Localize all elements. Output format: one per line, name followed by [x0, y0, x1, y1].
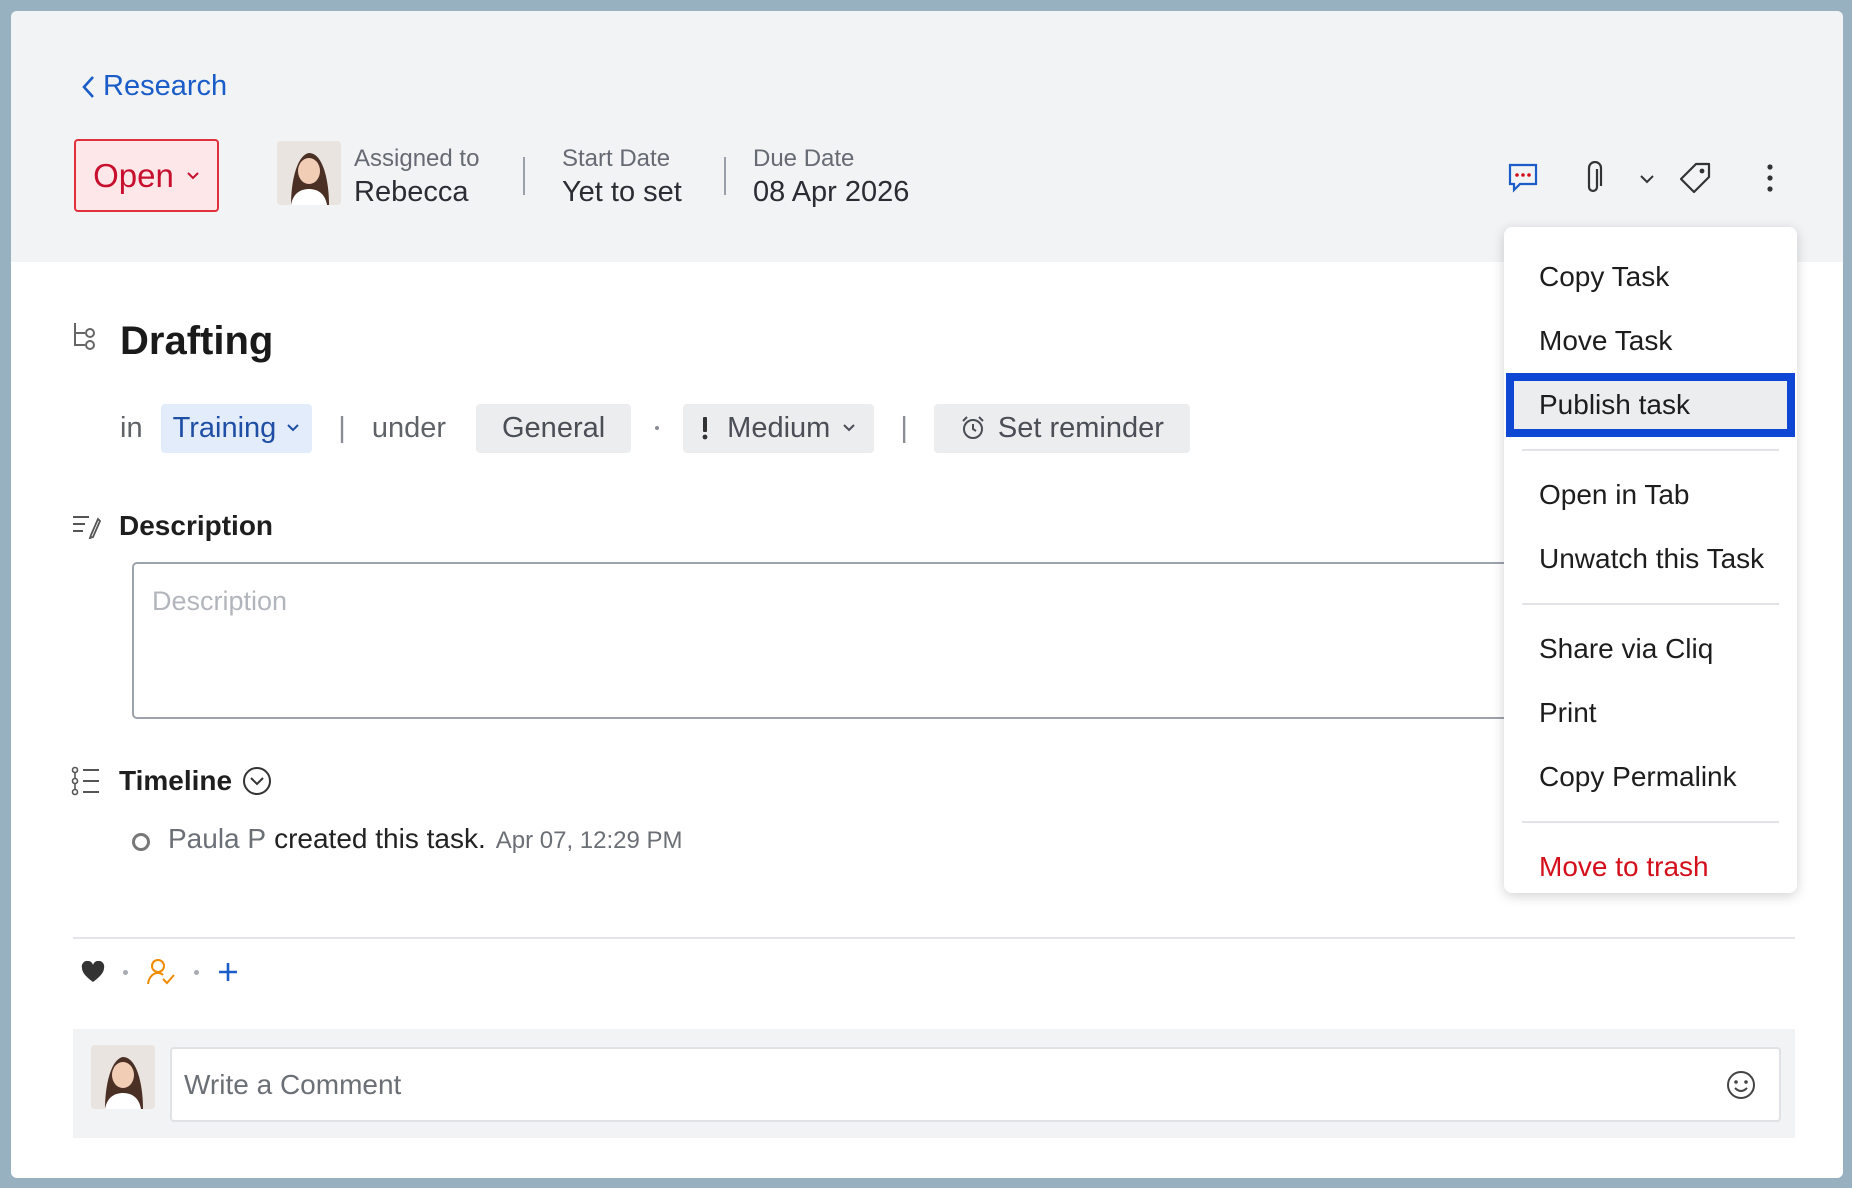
dot-separator: [194, 969, 199, 975]
menu-item-share-via-cliq[interactable]: Share via Cliq: [1504, 617, 1797, 681]
timeline-list-icon: [71, 766, 99, 796]
divider: [523, 157, 525, 195]
status-label: Open: [93, 156, 174, 194]
breadcrumb-label: Research: [103, 70, 228, 102]
project-label: Training: [172, 411, 277, 444]
follower-check-icon[interactable]: [146, 957, 176, 987]
timeline-action: created this task.: [274, 823, 486, 854]
description-title: Description: [119, 510, 274, 541]
menu-divider: [1522, 449, 1779, 451]
timeline-user[interactable]: Paula P: [168, 823, 266, 855]
assignee-avatar[interactable]: [277, 141, 341, 205]
reactions-bar: [81, 957, 239, 987]
start-date-label: Start Date: [562, 145, 671, 172]
priority-label: Medium: [727, 411, 831, 444]
menu-item-open-in-tab[interactable]: Open in Tab: [1504, 463, 1797, 527]
chevron-down-icon: [287, 424, 299, 432]
chevron-down-icon: [843, 424, 856, 432]
attachment-icon[interactable]: [1582, 160, 1604, 202]
timeline-timestamp: Apr 07, 12:29 PM: [495, 826, 683, 854]
menu-divider: [1522, 821, 1779, 823]
person-avatar-icon: [91, 1045, 155, 1109]
due-date-block[interactable]: Due Date 08 Apr 2026: [753, 145, 909, 209]
assignee-block[interactable]: Assigned to Rebecca: [354, 145, 479, 209]
assignee-label: Assigned to: [354, 145, 480, 172]
menu-item-publish-task[interactable]: Publish task: [1506, 373, 1795, 437]
description-field[interactable]: Description: [132, 562, 1532, 719]
reminder-label: Set reminder: [997, 411, 1164, 444]
chevron-left-icon: [82, 75, 94, 98]
chevron-down-icon[interactable]: [1639, 173, 1655, 191]
chevron-down-circle-icon[interactable]: [242, 766, 272, 796]
current-user-avatar: [91, 1045, 155, 1109]
task-options-menu: Copy Task Move Task Publish task Open in…: [1504, 227, 1797, 893]
menu-item-move-to-trash[interactable]: Move to trash: [1504, 835, 1797, 899]
due-date-value: 08 Apr 2026: [753, 176, 910, 208]
menu-divider: [1522, 603, 1779, 605]
task-meta-row: in Training | under General Medium | Set…: [120, 403, 1190, 453]
divider: [724, 157, 726, 195]
start-date-block[interactable]: Start Date Yet to set: [562, 145, 682, 209]
chevron-down-icon: [187, 171, 199, 179]
person-avatar-icon: [277, 141, 341, 205]
tag-icon[interactable]: [1678, 161, 1712, 200]
due-date-label: Due Date: [753, 145, 855, 172]
timeline-entry: Paula P created this task. Apr 07, 12:29…: [132, 823, 683, 855]
menu-item-copy-task[interactable]: Copy Task: [1504, 245, 1797, 309]
dot-separator: [123, 969, 128, 975]
task-detail-window: Research Open Assigned to Rebecca Start …: [11, 11, 1843, 1178]
task-title[interactable]: Drafting: [120, 319, 273, 364]
section-divider: [73, 937, 1795, 939]
emoji-icon[interactable]: [1725, 1069, 1757, 1101]
group-chip[interactable]: General: [476, 403, 632, 453]
alarm-clock-icon: [962, 416, 984, 439]
description-section-header: Description: [71, 510, 273, 542]
in-label: in: [120, 411, 143, 444]
menu-item-copy-permalink[interactable]: Copy Permalink: [1504, 745, 1797, 809]
menu-item-move-task[interactable]: Move Task: [1504, 309, 1797, 373]
plus-icon[interactable]: [217, 961, 239, 983]
menu-item-print[interactable]: Print: [1504, 681, 1797, 745]
menu-item-unwatch-task[interactable]: Unwatch this Task: [1504, 527, 1797, 591]
set-reminder-button[interactable]: Set reminder: [933, 403, 1190, 453]
timeline-section-header: Timeline: [71, 765, 272, 797]
dot-separator: [655, 426, 660, 430]
comment-input[interactable]: Write a Comment: [170, 1047, 1781, 1122]
exclamation-icon: [702, 417, 708, 440]
timeline-title: Timeline: [119, 765, 233, 796]
comment-icon[interactable]: [1506, 161, 1540, 200]
priority-dropdown[interactable]: Medium: [683, 403, 875, 453]
more-options-icon[interactable]: [1765, 161, 1775, 200]
project-dropdown[interactable]: Training: [160, 403, 313, 453]
divider: |: [900, 411, 908, 444]
subtask-icon: [71, 321, 99, 356]
group-label: General: [502, 411, 606, 444]
under-label: under: [371, 411, 446, 444]
assignee-name: Rebecca: [354, 176, 469, 208]
task-header-band: [11, 11, 1843, 262]
description-edit-icon: [73, 516, 101, 539]
divider: |: [338, 411, 346, 444]
heart-icon[interactable]: [81, 961, 105, 983]
start-date-value: Yet to set: [562, 176, 682, 208]
breadcrumb-back-link[interactable]: Research: [81, 70, 227, 103]
comment-placeholder: Write a Comment: [184, 1068, 402, 1100]
status-dropdown[interactable]: Open: [74, 139, 219, 212]
timeline-dot-icon: [132, 833, 150, 851]
